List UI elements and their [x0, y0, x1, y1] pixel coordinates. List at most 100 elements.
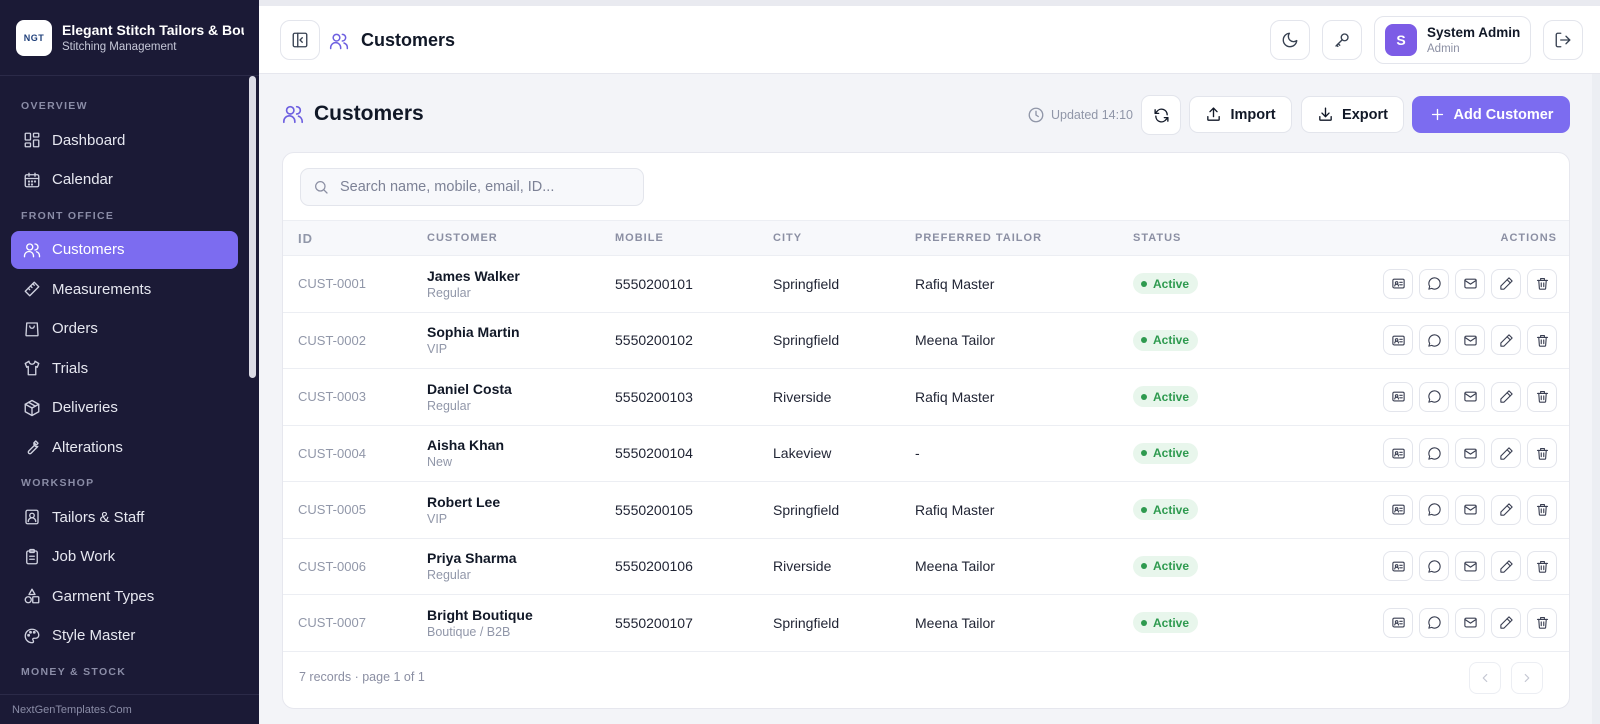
table-row[interactable]: CUST-0003 Daniel Costa Regular 555020010… — [283, 369, 1569, 426]
customers-table: ID CUSTOMER MOBILE CITY PREFERRED TAILOR… — [283, 220, 1569, 652]
customer-id: CUST-0004 — [298, 445, 366, 461]
status-text: Active — [1153, 389, 1190, 404]
sidebar-scrollbar[interactable] — [249, 76, 256, 378]
sidebar-item-dashboard[interactable]: Dashboard — [11, 121, 238, 159]
sidebar-item-trials[interactable]: Trials — [11, 349, 238, 387]
status-cell: Active — [1133, 369, 1333, 426]
customer-cell[interactable]: Robert Lee VIP — [427, 482, 615, 539]
whatsapp-button[interactable] — [1419, 268, 1449, 299]
pencil-icon — [1499, 616, 1513, 629]
edit-button[interactable] — [1491, 551, 1521, 582]
search-input[interactable] — [340, 179, 630, 195]
table-row[interactable]: CUST-0002 Sophia Martin VIP 5550200102 S… — [283, 312, 1569, 369]
email-button[interactable] — [1455, 494, 1485, 525]
id-card-button[interactable] — [1383, 325, 1413, 356]
logout-button[interactable] — [1543, 20, 1583, 60]
sidebar-item-job-work[interactable]: Job Work — [11, 538, 238, 576]
sidebar-item-style-master[interactable]: Style Master — [11, 617, 238, 655]
id-card-button[interactable] — [1383, 268, 1413, 299]
customer-cell[interactable]: Bright Boutique Boutique / B2B — [427, 595, 615, 652]
email-button[interactable] — [1455, 381, 1485, 412]
sidebar-item-measurements[interactable]: Measurements — [11, 270, 238, 308]
id-card-button[interactable] — [1383, 607, 1413, 638]
sidebar-item-calendar[interactable]: Calendar — [11, 161, 238, 199]
refresh-icon — [1153, 107, 1169, 123]
import-button[interactable]: Import — [1189, 96, 1292, 133]
id-card-button[interactable] — [1383, 381, 1413, 412]
page-scrollbar[interactable] — [1592, 74, 1600, 724]
delete-button[interactable] — [1527, 607, 1557, 638]
edit-button[interactable] — [1491, 494, 1521, 525]
email-button[interactable] — [1455, 551, 1485, 582]
sidebar-item-deliveries[interactable]: Deliveries — [11, 389, 238, 427]
header-mobile[interactable]: MOBILE — [615, 221, 773, 256]
trash-icon — [1536, 617, 1548, 629]
customer-mobile: 5550200101 — [615, 275, 693, 292]
user-menu[interactable]: S System Admin Admin — [1374, 16, 1531, 64]
table-row[interactable]: CUST-0004 Aisha Khan New 5550200104 Lake… — [283, 425, 1569, 482]
delete-button[interactable] — [1527, 494, 1557, 525]
sidebar-item-label: Customers — [52, 241, 125, 258]
prev-page-button[interactable] — [1469, 662, 1501, 694]
key-button[interactable] — [1322, 20, 1362, 60]
email-button[interactable] — [1455, 268, 1485, 299]
edit-button[interactable] — [1491, 325, 1521, 356]
delete-button[interactable] — [1527, 438, 1557, 469]
next-page-button[interactable] — [1511, 662, 1543, 694]
edit-button[interactable] — [1491, 438, 1521, 469]
edit-button[interactable] — [1491, 381, 1521, 412]
whatsapp-button[interactable] — [1419, 381, 1449, 412]
add-customer-label: Add Customer — [1453, 106, 1554, 123]
sidebar-toggle-button[interactable] — [280, 20, 320, 60]
delete-button[interactable] — [1527, 551, 1557, 582]
delete-button[interactable] — [1527, 268, 1557, 299]
id-card-icon — [1391, 617, 1405, 628]
customer-name: Priya Sharma — [427, 550, 517, 567]
row-actions — [1333, 538, 1569, 595]
chevron-left-icon — [1482, 673, 1488, 683]
sidebar-item-customers[interactable]: Customers — [11, 230, 238, 269]
customer-cell[interactable]: James Walker Regular — [427, 256, 615, 313]
edit-button[interactable] — [1491, 607, 1521, 638]
delete-button[interactable] — [1527, 325, 1557, 356]
table-row[interactable]: CUST-0006 Priya Sharma Regular 555020010… — [283, 538, 1569, 595]
whatsapp-button[interactable] — [1419, 325, 1449, 356]
customer-cell[interactable]: Aisha Khan New — [427, 425, 615, 482]
id-card-button[interactable] — [1383, 551, 1413, 582]
delete-button[interactable] — [1527, 381, 1557, 412]
export-button[interactable]: Export — [1301, 96, 1404, 133]
header-customer[interactable]: CUSTOMER — [427, 221, 615, 256]
customer-cell[interactable]: Daniel Costa Regular — [427, 369, 615, 426]
sidebar-item-alterations[interactable]: Alterations — [11, 428, 238, 466]
whatsapp-button[interactable] — [1419, 438, 1449, 469]
email-button[interactable] — [1455, 438, 1485, 469]
whatsapp-button[interactable] — [1419, 607, 1449, 638]
calendar-icon — [24, 172, 40, 187]
email-button[interactable] — [1455, 325, 1485, 356]
sidebar-item-tailors-staff[interactable]: Tailors & Staff — [11, 498, 238, 536]
table-row[interactable]: CUST-0007 Bright Boutique Boutique / B2B… — [283, 595, 1569, 652]
brand[interactable]: NGT Elegant Stitch Tailors & Boutique St… — [0, 0, 259, 76]
table-row[interactable]: CUST-0001 James Walker Regular 555020010… — [283, 256, 1569, 313]
id-card-button[interactable] — [1383, 494, 1413, 525]
edit-button[interactable] — [1491, 268, 1521, 299]
customer-cell[interactable]: Priya Sharma Regular — [427, 538, 615, 595]
refresh-button[interactable] — [1141, 95, 1181, 135]
email-button[interactable] — [1455, 607, 1485, 638]
sidebar-item-orders[interactable]: Orders — [11, 310, 238, 348]
whatsapp-button[interactable] — [1419, 494, 1449, 525]
whatsapp-button[interactable] — [1419, 551, 1449, 582]
header-status[interactable]: STATUS — [1133, 221, 1333, 256]
header-id[interactable]: ID — [283, 221, 427, 256]
sidebar-item-garment-types[interactable]: Garment Types — [11, 577, 238, 615]
table-row[interactable]: CUST-0005 Robert Lee VIP 5550200105 Spri… — [283, 482, 1569, 539]
customer-preferred-tailor: Rafiq Master — [915, 388, 995, 405]
theme-toggle-button[interactable] — [1270, 20, 1310, 60]
header-preferred-tailor[interactable]: PREFERRED TAILOR — [915, 221, 1133, 256]
add-customer-button[interactable]: Add Customer — [1412, 96, 1570, 133]
customer-cell[interactable]: Sophia Martin VIP — [427, 312, 615, 369]
row-actions — [1333, 425, 1569, 482]
header-city[interactable]: CITY — [773, 221, 915, 256]
status-cell: Active — [1133, 312, 1333, 369]
id-card-button[interactable] — [1383, 438, 1413, 469]
